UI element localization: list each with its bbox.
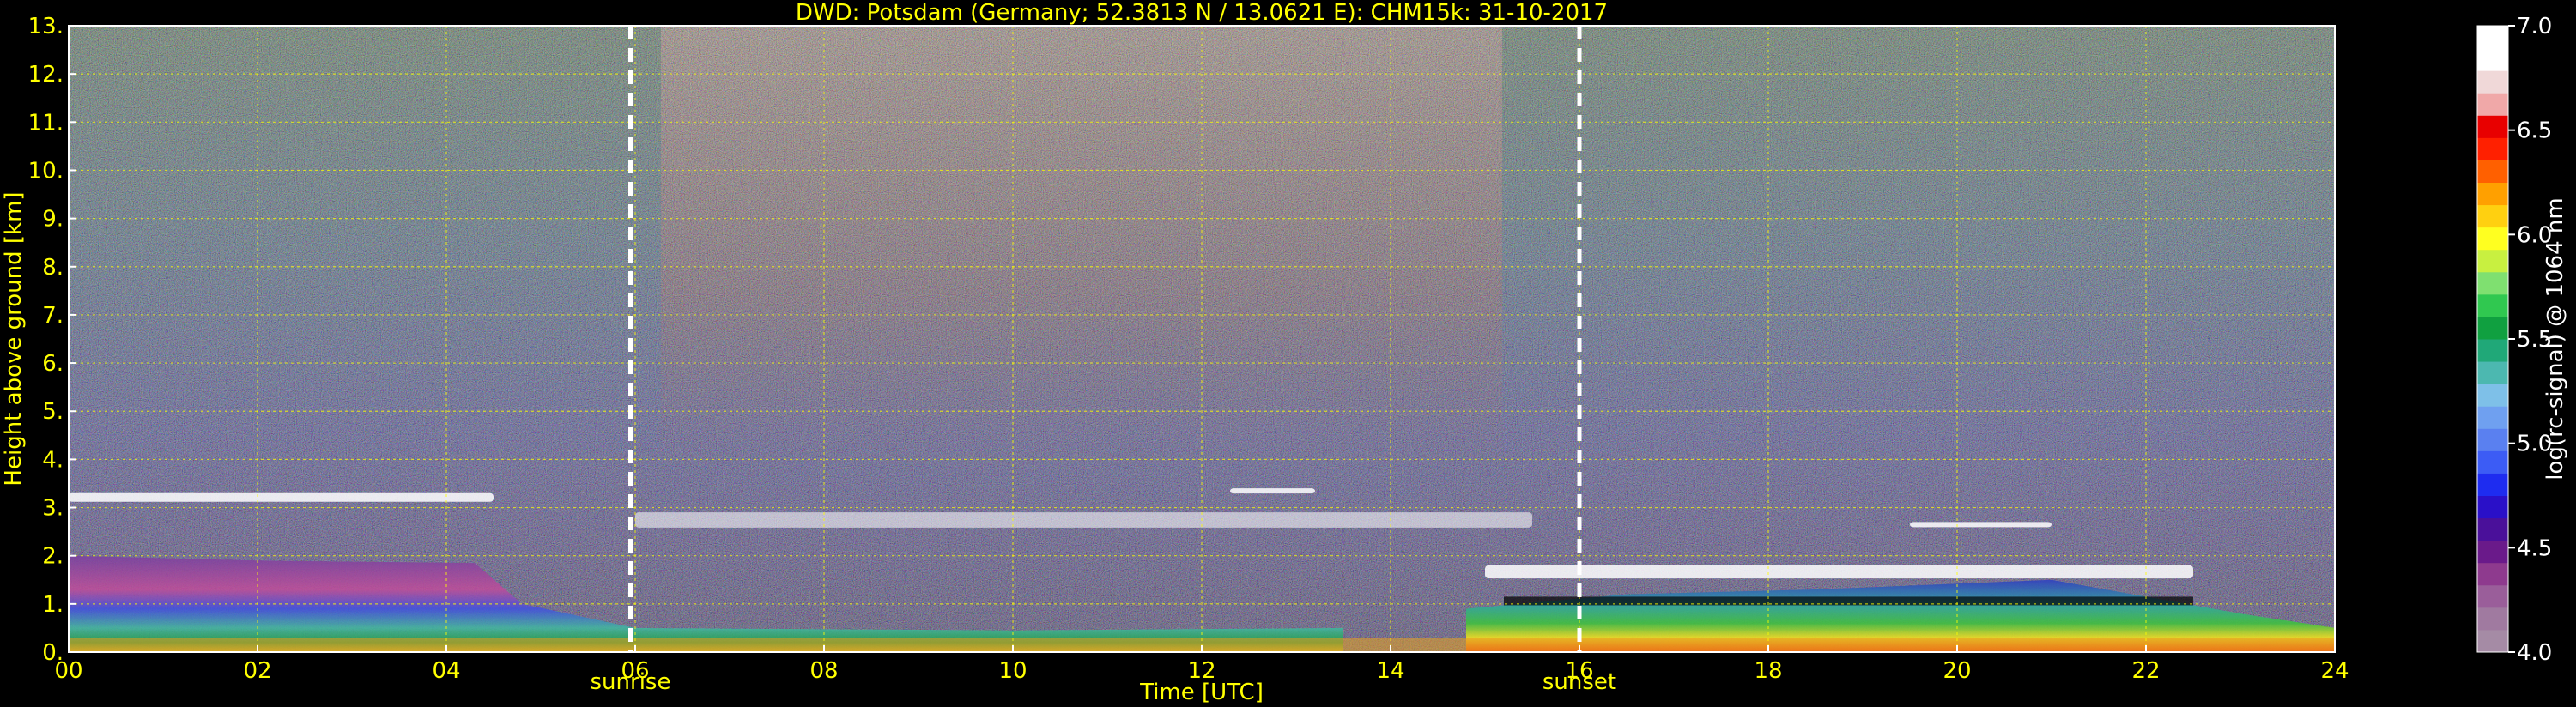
colorbar-swatch <box>2477 629 2508 653</box>
y-tick-label: 7. <box>42 303 64 329</box>
y-tick-label: 6. <box>42 351 64 377</box>
colorbar-swatch <box>2477 584 2508 608</box>
colorbar-swatch <box>2477 607 2508 631</box>
x-tick-label: 04 <box>432 658 460 684</box>
y-tick-label: 10. <box>28 158 64 184</box>
colorbar-swatch <box>2477 26 2508 49</box>
colorbar-label: log(rc-signal) @ 1064 nm <box>2543 197 2568 480</box>
y-tick-label: 13. <box>28 14 64 39</box>
colorbar-swatch <box>2477 93 2508 116</box>
colorbar-swatch <box>2477 562 2508 586</box>
y-tick-label: 3. <box>42 496 64 522</box>
y-tick-label: 4. <box>42 447 64 473</box>
cloud-layer <box>1230 488 1315 494</box>
ceilometer-chart: DWD: Potsdam (Germany; 52.3813 N / 13.06… <box>1 0 2568 705</box>
colorbar-swatch <box>2477 473 2508 496</box>
colorbar-swatch <box>2477 115 2508 138</box>
colorbar-swatch <box>2477 450 2508 474</box>
x-tick-label: 18 <box>1754 658 1782 684</box>
colorbar-tick-label: 7.0 <box>2517 14 2552 39</box>
x-tick-label: 08 <box>809 658 838 684</box>
colorbar-swatch <box>2477 384 2508 407</box>
cloud-layer <box>1485 565 2193 579</box>
x-tick-label: 24 <box>2320 658 2349 684</box>
colorbar-swatch <box>2477 361 2508 384</box>
colorbar-tick-label: 6.5 <box>2517 118 2552 144</box>
x-tick-label: 10 <box>998 658 1027 684</box>
y-tick-label: 12. <box>28 62 64 88</box>
colorbar-swatch <box>2477 406 2508 429</box>
colorbar-swatch <box>2477 70 2508 94</box>
colorbar-swatch <box>2477 517 2508 541</box>
x-tick-label: 20 <box>1943 658 1971 684</box>
colorbar-swatch <box>2477 204 2508 228</box>
colorbar-swatch <box>2477 428 2508 451</box>
colorbar-swatch <box>2477 137 2508 160</box>
y-tick-label: 8. <box>42 255 64 281</box>
colorbar-swatch <box>2477 182 2508 206</box>
colorbar-swatch <box>2477 339 2508 362</box>
plot-area <box>69 26 2335 652</box>
chart-title: DWD: Potsdam (Germany; 52.3813 N / 13.06… <box>796 0 1608 26</box>
y-tick-label: 5. <box>42 399 64 425</box>
colorbar-swatch <box>2477 271 2508 295</box>
colorbar-tick-label: 4.0 <box>2517 640 2552 666</box>
sunrise-label: sunrise <box>591 669 671 695</box>
x-tick-label: 22 <box>2131 658 2160 684</box>
cloud-layer <box>1910 522 2052 528</box>
colorbar-swatch <box>2477 227 2508 251</box>
y-tick-label: 2. <box>42 544 64 570</box>
x-tick-label: 12 <box>1187 658 1215 684</box>
y-tick-label: 1. <box>42 592 64 618</box>
colorbar-swatch <box>2477 48 2508 71</box>
colorbar: 4.04.55.05.56.06.57.0 log(rc-signal) @ 1… <box>2476 14 2568 666</box>
colorbar-tick-label: 4.5 <box>2517 535 2552 561</box>
colorbar-swatch <box>2477 160 2508 183</box>
x-tick-label: 14 <box>1376 658 1404 684</box>
colorbar-swatch <box>2477 293 2508 317</box>
cloud-layer <box>635 512 1532 528</box>
colorbar-swatch <box>2477 495 2508 519</box>
colorbar-swatches <box>2477 26 2508 653</box>
y-tick-label: 11. <box>28 110 64 136</box>
y-tick-label: 0. <box>42 640 64 666</box>
x-tick-label: 02 <box>243 658 271 684</box>
colorbar-swatch <box>2477 316 2508 340</box>
colorbar-swatch <box>2477 249 2508 273</box>
y-axis-label: Height above ground [km] <box>1 191 27 486</box>
cloud-layer <box>69 492 494 502</box>
sunset-label: sunset <box>1543 669 1616 695</box>
y-tick-label: 9. <box>42 207 64 233</box>
colorbar-swatch <box>2477 540 2508 564</box>
